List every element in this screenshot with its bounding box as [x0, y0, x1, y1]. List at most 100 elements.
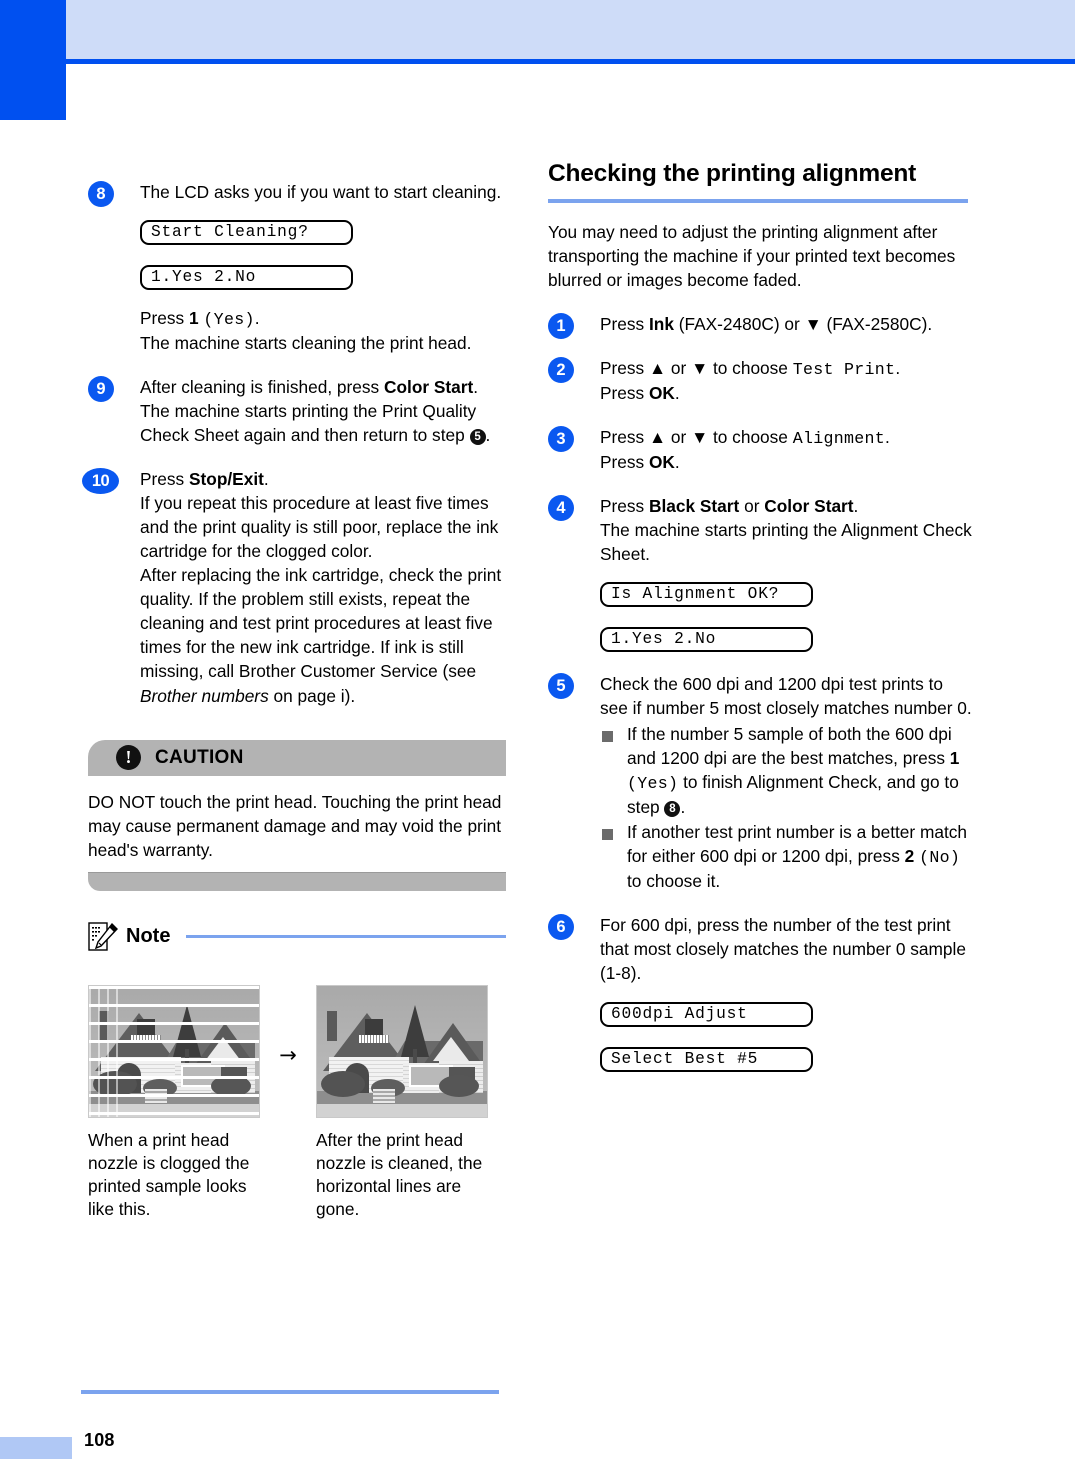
note-title: Note — [126, 925, 171, 948]
step-reference-5: 5 — [469, 429, 486, 446]
step-badge-8: 8 — [88, 181, 114, 207]
step-badge-9: 9 — [88, 376, 114, 403]
page-footer-rule — [81, 1390, 499, 1394]
bullet-1-pre: If the number 5 sample of both the 600 d… — [627, 724, 952, 769]
ok-key-label: OK — [648, 382, 675, 403]
figure-clogged-caption: When a print head nozzle is clogged the … — [88, 1129, 250, 1219]
menu-option-alignment: Alignment — [792, 428, 886, 448]
color-start-key-label: Color Start — [764, 495, 854, 516]
step-10-intro: Press Stop/Exit. — [140, 467, 508, 491]
down-arrow-icon: ▼ — [691, 426, 709, 447]
page-header-band — [66, 0, 1075, 59]
step-10-body-1: If you repeat this procedure at least fi… — [140, 493, 499, 562]
step-3-press: Press — [600, 451, 649, 472]
step-5-bullet-list: If the number 5 sample of both the 600 d… — [600, 722, 973, 893]
page-number: 108 — [84, 1430, 115, 1450]
step-2: 2 Press ▲ or ▼ to choose Test Print. Pre… — [548, 356, 973, 405]
figure-pair: When a print head nozzle is clogged the … — [88, 984, 508, 1221]
figure-cleaned: After the print head nozzle is cleaned, … — [316, 984, 488, 1221]
step-2-ok-line: Press OK. — [600, 381, 973, 405]
step-3-ok-post: . — [674, 451, 680, 472]
step-2-pre: Press — [600, 357, 649, 378]
step-9: 9 After cleaning is finished, press Colo… — [88, 375, 508, 447]
step-5-body: Check the 600 dpi and 1200 dpi test prin… — [600, 674, 972, 719]
step-badge-5: 5 — [548, 673, 574, 700]
step-9-body-tail: . — [485, 425, 491, 446]
caution-body-text: DO NOT touch the print head. Touching th… — [88, 776, 506, 873]
press-key-mono: (Yes) — [203, 310, 255, 330]
lcd-is-alignment-ok-text: Is Alignment OK? — [611, 585, 780, 604]
down-arrow-icon: ▼ — [691, 357, 709, 378]
step-3-or: or — [666, 426, 692, 447]
cleaned-nozzle-sample — [316, 984, 488, 1118]
down-arrow-icon: ▼ — [804, 313, 822, 334]
page-header-rule — [66, 59, 1075, 64]
intro-paragraph: You may need to adjust the printing alig… — [548, 221, 956, 290]
step-8-after-text: The machine starts cleaning the print he… — [140, 333, 472, 354]
lcd-yes-no-alignment: 1.Yes 2.No — [600, 627, 813, 653]
step-10-body-2: After replacing the ink cartridge, check… — [140, 563, 508, 707]
step-1-mid: (FAX-2480C) or — [673, 313, 805, 334]
lcd-yes-no-alignment-text: 1.Yes 2.No — [611, 630, 717, 649]
step-10-body-2-text: After replacing the ink cartridge, check… — [140, 565, 502, 682]
arrow-right-icon: → — [279, 1042, 297, 1067]
step-badge-2: 2 — [548, 356, 574, 383]
step-10-intro-pre: Press — [140, 469, 189, 490]
step-10-bold-key: Stop/Exit — [188, 469, 264, 490]
step-2-press: Press — [600, 382, 649, 403]
lcd-start-cleaning-text: Start Cleaning? — [151, 223, 309, 242]
step-badge-6: 6 — [548, 914, 574, 941]
menu-option-test-print: Test Print — [792, 359, 896, 379]
key-2-label: 2 — [904, 846, 915, 867]
no-mono-label: (No) — [919, 848, 961, 868]
list-item: If the number 5 sample of both the 600 d… — [600, 722, 973, 819]
key-1-label: 1 — [949, 748, 960, 769]
step-2-ok-post: . — [674, 382, 680, 403]
note-pencil-icon — [88, 921, 118, 953]
heading-rule — [548, 198, 968, 203]
lcd-600dpi-adjust-text: 600dpi Adjust — [611, 1004, 748, 1023]
black-start-key-label: Black Start — [648, 495, 740, 516]
up-arrow-icon: ▲ — [648, 426, 667, 447]
step-9-intro: After cleaning is finished, press Color … — [140, 375, 508, 399]
step-8: 8 The LCD asks you if you want to start … — [88, 180, 508, 355]
page-footer-accent-block — [0, 1437, 72, 1459]
step-10: 10 Press Stop/Exit. If you repeat this p… — [82, 467, 508, 707]
step-10-intro-post: . — [263, 469, 269, 490]
step-badge-4: 4 — [548, 494, 574, 521]
page-left-accent-strip — [0, 0, 66, 120]
step-2-text: Press ▲ or ▼ to choose Test Print. — [600, 356, 973, 381]
step-3-text: Press ▲ or ▼ to choose Alignment. — [600, 425, 973, 450]
lcd-is-alignment-ok: Is Alignment OK? — [600, 582, 813, 608]
lcd-yes-no-cleaning-text: 1.Yes 2.No — [151, 268, 257, 287]
step-9-body: The machine starts printing the Print Qu… — [140, 399, 508, 447]
step-3-ok-line: Press OK. — [600, 450, 973, 474]
bullet-2-pre: If another test print number is a better… — [627, 822, 968, 867]
step-reference-8: 8 — [664, 801, 681, 818]
note-block: Note — [88, 921, 506, 953]
note-rule — [186, 935, 506, 939]
caution-footer-bar — [88, 872, 506, 891]
step-2-post: . — [895, 357, 901, 378]
step-5: 5 Check the 600 dpi and 1200 dpi test pr… — [548, 672, 973, 893]
step-3-mid: to choose — [708, 426, 793, 447]
step-8-text: The LCD asks you if you want to start cl… — [140, 182, 502, 202]
caution-header-bar: ! CAUTION — [88, 739, 506, 776]
step-1-pre: Press — [600, 313, 649, 334]
step-6-body: For 600 dpi, press the number of the tes… — [600, 915, 966, 984]
lcd-start-cleaning: Start Cleaning? — [140, 220, 353, 246]
figure-clogged: When a print head nozzle is clogged the … — [88, 984, 260, 1221]
step-2-or: or — [666, 357, 692, 378]
bullet-2-mid: to choose it. — [627, 871, 721, 892]
step-8-press-line: Press 1 (Yes). — [140, 306, 508, 331]
left-column: 8 The LCD asks you if you want to start … — [82, 160, 508, 1221]
step-4-body: The machine starts printing the Alignmen… — [600, 520, 972, 565]
step-badge-3: 3 — [548, 425, 574, 452]
caution-title: CAUTION — [155, 746, 244, 768]
step-4-mid: or — [739, 495, 765, 516]
lcd-select-best: Select Best #5 — [600, 1046, 813, 1072]
step-9-intro-post: . — [473, 377, 479, 398]
step-1-text: Press Ink (FAX-2480C) or ▼ (FAX-2580C). — [600, 312, 973, 336]
ink-key-label: Ink — [648, 313, 674, 334]
press-period: . — [254, 308, 260, 329]
